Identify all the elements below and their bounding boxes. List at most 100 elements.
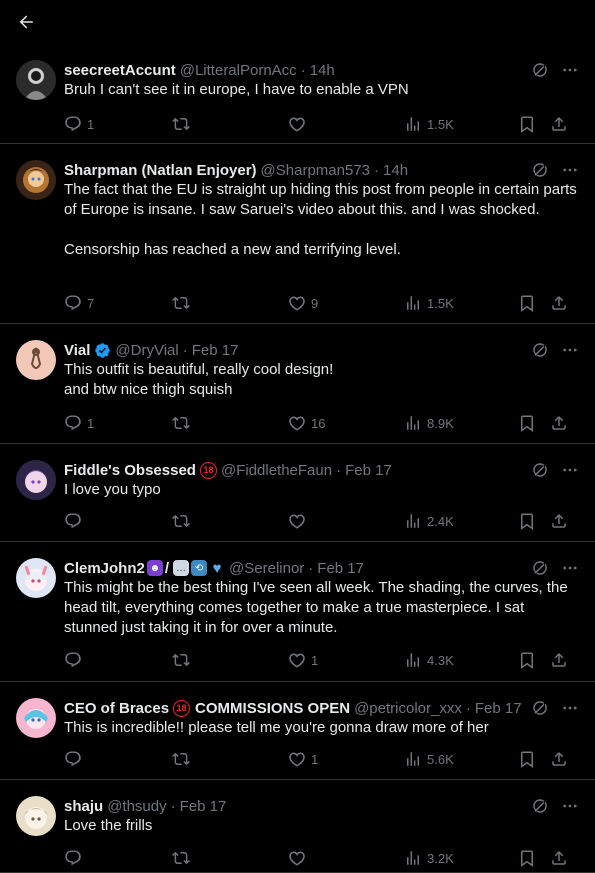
reply-button[interactable] [64,651,172,669]
timestamp[interactable]: Feb 17 [345,462,392,479]
views-button[interactable]: 1.5K [404,294,518,312]
views-button[interactable]: 3.2K [404,849,518,867]
author-handle[interactable]: @thsudy [107,798,166,815]
author-handle[interactable]: @Serelinor [229,560,304,577]
tweet-header-icons [531,341,579,359]
speech-bubble-emoji-icon: … [173,560,190,576]
arrow-left-icon[interactable] [16,12,36,32]
views-button[interactable]: 5.6K [404,750,518,768]
avatar[interactable] [16,60,56,100]
timestamp[interactable]: Feb 17 [475,700,522,717]
retweet-button[interactable] [172,651,288,669]
more-options-icon[interactable] [561,699,579,717]
like-icon [288,651,306,669]
bookmark-button[interactable] [518,294,550,312]
author-name[interactable]: Vial [64,342,90,359]
author-handle[interactable]: @petricolor_xxx [354,700,462,717]
timestamp[interactable]: 14h [310,62,335,79]
author-handle[interactable]: @Sharpman573 [261,162,370,179]
reply-tweet[interactable]: ClemJohn2 ☻ /… ⟲ ♥ @Serelinor · Feb 17 This… [0,542,595,682]
verified-badge-icon [94,342,111,359]
share-button[interactable] [550,512,570,530]
like-button[interactable]: 16 [288,414,404,432]
like-button[interactable]: 9 [288,294,404,312]
views-button[interactable]: 8.9K [404,414,518,432]
timestamp[interactable]: Feb 17 [192,342,239,359]
more-options-icon[interactable] [561,61,579,79]
grok-icon[interactable] [531,341,549,359]
retweet-button[interactable] [172,294,288,312]
reply-button[interactable] [64,849,172,867]
more-options-icon[interactable] [561,559,579,577]
grok-icon[interactable] [531,559,549,577]
views-button[interactable]: 4.3K [404,651,518,669]
grok-icon[interactable] [531,61,549,79]
grok-icon[interactable] [531,699,549,717]
retweet-button[interactable] [172,414,288,432]
grok-icon[interactable] [531,461,549,479]
like-button[interactable] [288,115,404,133]
bookmark-button[interactable] [518,750,550,768]
author-name[interactable]: Sharpman (Natlan Enjoyer) [64,162,257,179]
grok-icon[interactable] [531,161,549,179]
author-name[interactable]: CEO of Braces [64,700,169,717]
author-name[interactable]: seecreetAccunt [64,62,176,79]
avatar[interactable] [16,340,56,380]
author-name[interactable]: ClemJohn2 [64,560,145,577]
reply-tweet[interactable]: shaju @thsudy · Feb 17 Love the frills 3… [0,780,595,873]
more-options-icon[interactable] [561,461,579,479]
retweet-button[interactable] [172,849,288,867]
avatar[interactable] [16,460,56,500]
share-button[interactable] [550,294,570,312]
like-icon [288,115,306,133]
reply-button[interactable]: 7 [64,294,172,312]
reply-tweet[interactable]: CEO of Braces 18 COMMISSIONS OPEN @petric… [0,682,595,780]
views-button[interactable]: 2.4K [404,512,518,530]
avatar[interactable] [16,160,56,200]
avatar[interactable] [16,796,56,836]
reply-button[interactable] [64,750,172,768]
reply-button[interactable] [64,512,172,530]
reply-tweet[interactable]: Sharpman (Natlan Enjoyer) @Sharpman573 ·… [0,144,595,324]
grok-icon[interactable] [531,797,549,815]
bookmark-button[interactable] [518,849,550,867]
reply-tweet[interactable]: Fiddle's Obsessed 18 @FiddletheFaun · Fe… [0,444,595,542]
more-options-icon[interactable] [561,341,579,359]
reply-button[interactable]: 1 [64,115,172,133]
share-button[interactable] [550,414,570,432]
avatar[interactable] [16,698,56,738]
timestamp[interactable]: 14h [383,162,408,179]
reply-button[interactable]: 1 [64,414,172,432]
author-name[interactable]: shaju [64,798,103,815]
like-button[interactable]: 1 [288,750,404,768]
bookmark-button[interactable] [518,651,550,669]
more-options-icon[interactable] [561,797,579,815]
reply-icon [64,651,82,669]
like-button[interactable] [288,849,404,867]
author-handle[interactable]: @DryVial [115,342,178,359]
retweet-button[interactable] [172,750,288,768]
reply-tweet[interactable]: Vial @DryVial · Feb 17 This outfit is be… [0,324,595,444]
like-button[interactable] [288,512,404,530]
avatar[interactable] [16,558,56,598]
views-count: 2.4K [427,513,454,529]
author-handle[interactable]: @LitteralPornAcc [180,62,297,79]
like-button[interactable]: 1 [288,651,404,669]
share-button[interactable] [550,651,570,669]
views-button[interactable]: 1.5K [404,115,518,133]
reply-tweet[interactable]: seecreetAccunt @LitteralPornAcc · 14h Br… [0,44,595,144]
share-button[interactable] [550,750,570,768]
timestamp[interactable]: Feb 17 [180,798,227,815]
retweet-button[interactable] [172,115,288,133]
timestamp[interactable]: Feb 17 [317,560,364,577]
share-button[interactable] [550,849,570,867]
author-name[interactable]: Fiddle's Obsessed [64,462,196,479]
bookmark-button[interactable] [518,414,550,432]
author-handle[interactable]: @FiddletheFaun [221,462,332,479]
bookmark-button[interactable] [518,115,550,133]
retweet-button[interactable] [172,512,288,530]
bookmark-button[interactable] [518,512,550,530]
more-options-icon[interactable] [561,161,579,179]
share-button[interactable] [550,115,570,133]
author-name-extra[interactable]: COMMISSIONS OPEN [195,700,350,717]
